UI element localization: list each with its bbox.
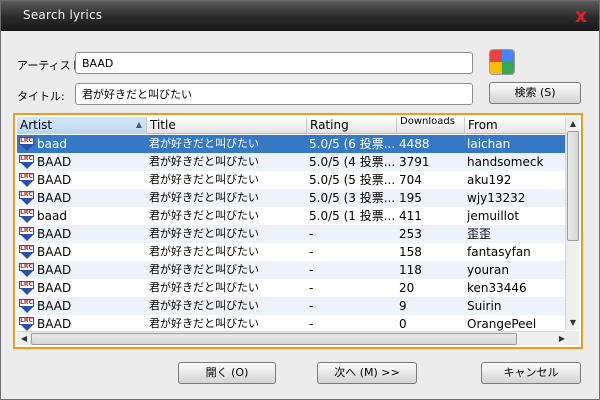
close-icon[interactable]: x [571,6,591,26]
table-row[interactable]: LRC baad 君が好きだと叫びたい 5.0/5 (1 投票... 411 jemuil… [17,207,569,225]
cell-artist: BAAD [37,173,72,187]
list-header: Artist ▲ Title Rating Downloads From [17,117,569,134]
cell-downloads: 158 [399,245,422,259]
cell-artist: BAAD [37,245,72,259]
cell-rating: 5.0/5 (6 投票... [309,137,396,151]
scrollbar-corner [565,331,579,345]
cell-downloads: 20 [399,281,415,295]
cell-from: fantasyfan [467,245,531,259]
search-button[interactable]: 検索 (S) [489,82,581,104]
cell-title: 君が好きだと叫びたい [149,209,259,222]
cell-title: 君が好きだと叫びたい [149,155,259,168]
title-label: タイトル: [17,90,65,103]
table-row[interactable]: LRC BAAD 君が好きだと叫びたい 5.0/5 (5 投票... 704 aku192 [17,171,569,189]
column-header-from[interactable]: From [465,117,569,134]
cell-downloads: 704 [399,173,422,187]
table-row[interactable]: LRC BAAD 君が好きだと叫びたい -9 Suirin [17,297,569,315]
table-row[interactable]: LRC BAAD 君が好きだと叫びたい -253 歪歪 [17,225,569,243]
cell-downloads: 9 [399,299,407,313]
cell-from: youran [467,263,509,277]
cell-downloads: 253 [399,227,422,241]
cell-rating: - [309,263,314,277]
cell-title: 君が好きだと叫びたい [149,245,259,258]
lyrics-results-list[interactable]: Artist ▲ Title Rating Downloads From LRC… [13,113,583,349]
next-button[interactable]: 次へ (M) >> [317,362,417,384]
cell-title: 君が好きだと叫びたい [149,191,259,204]
vertical-scrollbar[interactable]: ▲ ▼ [565,117,579,330]
cell-title: 君が好きだと叫びたい [149,173,259,186]
sort-ascending-icon: ▲ [135,120,142,129]
cell-artist: baad [37,209,67,223]
table-row[interactable]: LRC BAAD 君が好きだと叫びたい 5.0/5 (4 投票... 3791 hands… [17,153,569,171]
google-search-icon[interactable] [489,49,515,75]
scroll-down-icon[interactable]: ▼ [566,316,580,330]
cell-rating: - [309,227,314,241]
table-row[interactable]: LRC baad 君が好きだと叫びたい 5.0/5 (6 投票... 4488 laich… [17,135,569,153]
cell-rating: - [309,245,314,259]
title-bar[interactable]: Search lyrics x [1,1,599,31]
scroll-up-icon[interactable]: ▲ [566,117,580,131]
cell-rating: - [309,299,314,313]
open-button[interactable]: 開く (O) [178,362,276,384]
column-header-downloads[interactable]: Downloads [397,117,465,134]
cell-downloads: 3791 [399,155,430,169]
artist-input[interactable] [75,52,473,74]
cell-from: jemuillot [467,209,520,223]
cell-from: 歪歪 [467,227,492,241]
title-input[interactable] [75,83,473,105]
cell-from: handsomeck [467,155,544,169]
table-row[interactable]: LRC BAAD 君が好きだと叫びたい -158 fantasyfan [17,243,569,261]
cell-title: 君が好きだと叫びたい [149,137,259,150]
cell-artist: BAAD [37,299,72,313]
cell-downloads: 411 [399,209,422,223]
list-rows: LRC baad 君が好きだと叫びたい 5.0/5 (6 投票... 4488 laich… [17,135,569,333]
cell-artist: BAAD [37,155,72,169]
cell-downloads: 195 [399,191,422,205]
cell-artist: BAAD [37,281,72,295]
cell-rating: 5.0/5 (4 投票... [309,155,396,169]
cell-title: 君が好きだと叫びたい [149,281,259,294]
column-header-title[interactable]: Title [147,117,307,134]
column-header-artist[interactable]: Artist ▲ [17,117,147,134]
horizontal-scroll-thumb[interactable] [31,333,517,345]
cell-from: ken33446 [467,281,527,295]
cell-artist: BAAD [37,263,72,277]
table-row[interactable]: LRC BAAD 君が好きだと叫びたい -118 youran [17,261,569,279]
window-title: Search lyrics [23,8,103,22]
cell-artist: BAAD [37,227,72,241]
cell-rating: 5.0/5 (5 投票... [309,173,396,187]
column-header-label: Artist [20,118,53,132]
cell-title: 君が好きだと叫びたい [149,263,259,276]
cell-title: 君が好きだと叫びたい [149,299,259,312]
table-row[interactable]: LRC BAAD 君が好きだと叫びたい -20 ken33446 [17,279,569,297]
cell-downloads: 118 [399,263,422,277]
cell-from: laichan [467,137,511,151]
cell-rating: 5.0/5 (3 投票... [309,191,396,205]
table-row[interactable]: LRC BAAD 君が好きだと叫びたい 5.0/5 (3 投票... 195 wjy132… [17,189,569,207]
vertical-scroll-thumb[interactable] [567,131,579,241]
cell-rating: 5.0/5 (1 投票... [309,209,396,223]
horizontal-scrollbar[interactable]: ◀ ▶ [17,331,569,345]
cell-downloads: 4488 [399,137,430,151]
column-header-rating[interactable]: Rating [307,117,397,134]
cell-from: aku192 [467,173,512,187]
cell-rating: - [309,281,314,295]
cancel-button[interactable]: キャンセル [481,362,581,384]
cell-title: 君が好きだと叫びたい [149,227,259,240]
cell-from: wjy13232 [467,191,526,205]
search-lyrics-dialog: Search lyrics x アーティスト: タイトル: 検索 (S) Art… [0,0,600,400]
cell-artist: baad [37,137,67,151]
scroll-left-icon[interactable]: ◀ [17,332,31,346]
cell-from: Suirin [467,299,502,313]
cell-artist: BAAD [37,191,72,205]
